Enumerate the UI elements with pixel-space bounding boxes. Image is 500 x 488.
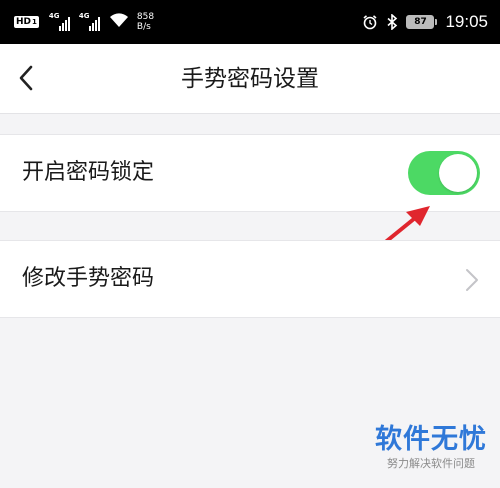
network-type-label: 4G [78,12,90,20]
clock: 19:05 [445,12,488,31]
watermark: 软件无忧 努力解决软件问题 [372,424,490,472]
page-title: 手势密码设置 [181,66,319,92]
lock-toggle-switch[interactable] [408,151,480,195]
watermark-subtitle: 努力解决软件问题 [387,457,475,470]
hd-badge: HD 1 [14,16,39,28]
status-bar-right: 87 19:05 [362,7,488,37]
status-bar: HD 1 4G 4G 858 B/s 87 19:05 [0,0,500,44]
watermark-title: 软件无忧 [375,424,487,455]
status-bar-left: HD 1 4G 4G 858 B/s [14,7,154,37]
lock-setting-label: 开启密码锁定 [22,160,155,185]
signal-icon: 4G [48,12,71,31]
chevron-right-icon [466,269,478,291]
wifi-icon [109,12,129,32]
change-password-label: 修改手势密码 [22,266,155,291]
signal-icon: 4G [78,12,101,31]
alarm-icon [362,14,378,30]
network-type-label: 4G [48,12,60,20]
toggle-knob [439,154,477,192]
bluetooth-icon [386,14,398,30]
network-speed: 858 B/s [136,12,155,32]
change-password-row[interactable]: 修改手势密码 [0,240,500,318]
navigation-bar: 手势密码设置 [0,44,500,114]
battery-level: 87 [406,15,435,29]
battery-icon: 87 [406,15,438,29]
